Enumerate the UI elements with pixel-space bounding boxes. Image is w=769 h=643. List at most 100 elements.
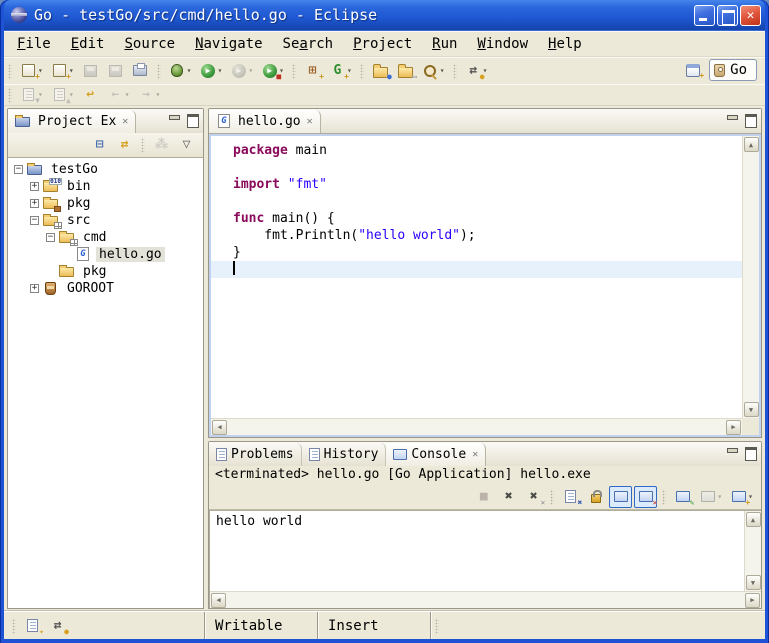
debug-icon bbox=[169, 63, 186, 79]
menu-window[interactable]: Window bbox=[467, 33, 538, 55]
scroll-up-icon[interactable]: ▲ bbox=[744, 137, 759, 152]
tree-item-pkg[interactable]: pkg bbox=[8, 263, 203, 280]
go-perspective-label: Go bbox=[730, 62, 747, 78]
scroll-right-icon[interactable]: ▶ bbox=[726, 420, 741, 435]
code-line: package main bbox=[211, 142, 742, 159]
main-toolbar: +▾+▾▾▶▾▶▾▶■▾⊞+G+▾●▭▾⇄●▾ + Go bbox=[4, 57, 765, 84]
new-project-button[interactable]: ⊞+ bbox=[301, 60, 324, 82]
console-horizontal-scrollbar[interactable]: ◀ ▶ bbox=[210, 591, 761, 608]
tree-item-label: hello.go bbox=[96, 247, 165, 262]
remove-all-terminated-button[interactable]: ✖✕ bbox=[522, 486, 545, 508]
tree-item-hello-go[interactable]: Ghello.go bbox=[8, 246, 203, 263]
open-perspective-icon bbox=[686, 64, 700, 77]
remove-launch-button[interactable]: ✖ bbox=[497, 486, 520, 508]
open-perspective-button[interactable]: + bbox=[681, 59, 704, 81]
scrollbar-corner bbox=[742, 418, 759, 435]
run-button[interactable]: ▶▾ bbox=[196, 60, 225, 82]
editor-horizontal-scrollbar[interactable]: ◀ ▶ bbox=[211, 418, 742, 435]
toggle-mark-occurrences-button[interactable]: ⇄●▾ bbox=[462, 60, 491, 82]
tree-item-cmd[interactable]: −cmd bbox=[8, 229, 203, 246]
new-wizard-button[interactable]: +▾ bbox=[48, 60, 77, 82]
new-button[interactable]: +▾ bbox=[17, 60, 46, 82]
tree-item-pkg[interactable]: +pkg bbox=[8, 195, 203, 212]
minimize-view-button[interactable] bbox=[167, 113, 181, 125]
tab-project-explorer[interactable]: Project Ex ✕ bbox=[8, 110, 136, 133]
fast-view-button[interactable]: ✦ bbox=[21, 615, 44, 637]
scroll-left-icon[interactable]: ◀ bbox=[211, 593, 226, 608]
menu-run[interactable]: Run bbox=[422, 33, 467, 55]
tree-expander-icon[interactable]: + bbox=[30, 199, 39, 208]
tree-item-goroot[interactable]: +GOROOT bbox=[8, 280, 203, 297]
maximize-console-button[interactable] bbox=[743, 446, 757, 458]
workbench: FileEditSourceNavigateSearchProjectRunWi… bbox=[4, 30, 765, 639]
tree-item-bin[interactable]: +010bin bbox=[8, 178, 203, 195]
console-vertical-scrollbar[interactable]: ▲ ▼ bbox=[744, 511, 761, 591]
problems-icon bbox=[216, 448, 227, 461]
tab-hello-go[interactable]: G hello.go ✕ bbox=[209, 110, 321, 133]
close-editor-icon[interactable]: ✕ bbox=[307, 116, 313, 127]
external-tools-button[interactable]: ▶■▾ bbox=[258, 60, 287, 82]
maximize-view-button[interactable] bbox=[185, 113, 199, 125]
tree-expander-icon[interactable]: − bbox=[14, 165, 23, 174]
tree-expander-icon[interactable]: − bbox=[46, 233, 55, 242]
close-view-icon[interactable]: ✕ bbox=[122, 116, 128, 127]
collapse-all-button[interactable]: ⊟ bbox=[88, 134, 111, 156]
link-with-editor-button[interactable]: ⇄ bbox=[113, 134, 136, 156]
tab-problems[interactable]: Problems bbox=[209, 443, 302, 466]
minimize-console-button[interactable] bbox=[725, 446, 739, 458]
forward-icon: → bbox=[137, 87, 154, 103]
debug-button[interactable]: ▾ bbox=[166, 60, 195, 82]
scroll-right-icon[interactable]: ▶ bbox=[745, 593, 760, 608]
print-button[interactable] bbox=[129, 60, 152, 82]
tree-expander-icon[interactable]: + bbox=[30, 284, 39, 293]
editor-vertical-scrollbar[interactable]: ▲ ▼ bbox=[742, 136, 759, 418]
scroll-lock-button[interactable] bbox=[584, 486, 607, 508]
console-output[interactable]: hello world bbox=[210, 511, 744, 591]
scroll-down-icon[interactable]: ▼ bbox=[746, 575, 761, 590]
dropdown-arrow-icon: ▾ bbox=[155, 90, 160, 99]
view-menu-button[interactable]: ▽ bbox=[175, 134, 198, 156]
tree-expander-icon[interactable]: + bbox=[30, 182, 39, 191]
occurrences-button[interactable]: ⇄● bbox=[46, 615, 69, 637]
menu-help[interactable]: Help bbox=[538, 33, 592, 55]
tab-history[interactable]: History bbox=[302, 443, 387, 466]
open-type-button[interactable]: ● bbox=[369, 60, 392, 82]
tree-item-src[interactable]: −src bbox=[8, 212, 203, 229]
show-stderr-button[interactable]: ✕ bbox=[634, 486, 657, 508]
menu-project[interactable]: Project bbox=[343, 33, 422, 55]
pin-console-button[interactable]: ✎ bbox=[671, 486, 694, 508]
scroll-down-icon[interactable]: ▼ bbox=[744, 402, 759, 417]
perspective-bar: + Go bbox=[680, 59, 757, 81]
show-stdout-button[interactable] bbox=[609, 486, 632, 508]
pkg-folder-icon bbox=[43, 196, 60, 211]
project-tree[interactable]: −testGo+010bin+pkg−src−cmdGhello.gopkg+G… bbox=[8, 157, 203, 608]
close-view-icon[interactable]: ✕ bbox=[472, 449, 478, 460]
scroll-left-icon[interactable]: ◀ bbox=[212, 420, 227, 435]
go-perspective-icon bbox=[714, 64, 725, 77]
menu-source[interactable]: Source bbox=[114, 33, 185, 55]
tab-console[interactable]: Console✕ bbox=[386, 443, 486, 466]
last-edit-location-button[interactable]: ↩ bbox=[79, 84, 102, 106]
go-perspective-button[interactable]: Go bbox=[709, 59, 757, 81]
window-minimize-button[interactable] bbox=[694, 5, 715, 26]
minimize-editor-button[interactable] bbox=[725, 113, 739, 125]
previous-annotation-button: ▲▾ bbox=[48, 84, 77, 106]
eclipse-app-icon[interactable] bbox=[11, 7, 27, 23]
scroll-up-icon[interactable]: ▲ bbox=[746, 512, 761, 527]
tree-item-testgo[interactable]: −testGo bbox=[8, 161, 203, 178]
menu-file[interactable]: File bbox=[7, 33, 61, 55]
window-maximize-button[interactable] bbox=[717, 5, 738, 26]
menu-search[interactable]: Search bbox=[273, 33, 344, 55]
dots-icon: ⁂ bbox=[153, 137, 170, 153]
open-console-button[interactable]: +▾ bbox=[727, 486, 756, 508]
window-close-button[interactable]: ✕ bbox=[740, 5, 761, 26]
menu-edit[interactable]: Edit bbox=[61, 33, 115, 55]
code-editor[interactable]: package main import "fmt" func main() { … bbox=[211, 136, 742, 418]
tree-expander-icon[interactable]: − bbox=[30, 216, 39, 225]
search-button[interactable]: ▾ bbox=[419, 60, 448, 82]
menu-navigate[interactable]: Navigate bbox=[185, 33, 272, 55]
open-resource-button[interactable]: ▭ bbox=[394, 60, 417, 82]
maximize-editor-button[interactable] bbox=[743, 113, 757, 125]
new-go-element-button[interactable]: G+▾ bbox=[326, 60, 355, 82]
clear-console-button[interactable]: ✖ bbox=[559, 486, 582, 508]
